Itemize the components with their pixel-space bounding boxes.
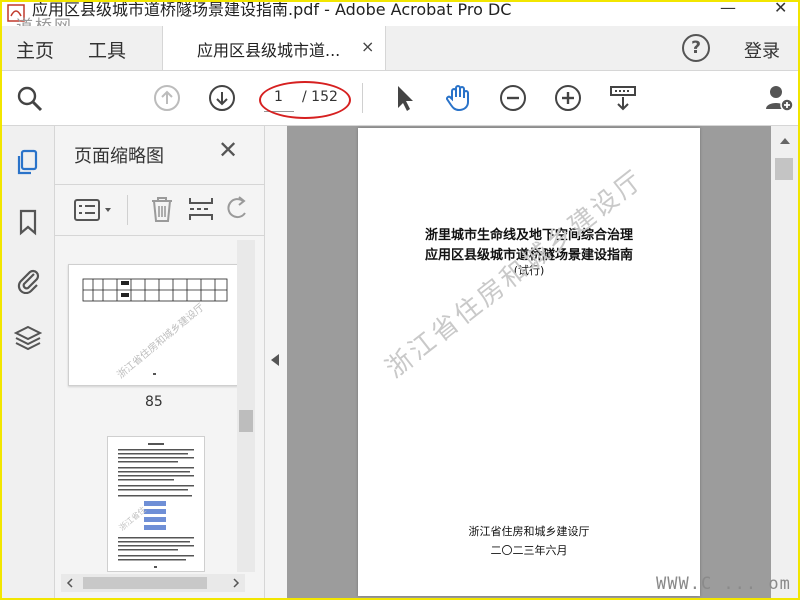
page-thumbnail[interactable]: 浙江省住房和城乡建设厅 bbox=[68, 264, 238, 386]
scroll-left-icon[interactable] bbox=[65, 578, 75, 588]
panel-toolbar bbox=[55, 184, 264, 236]
bookmark-icon[interactable] bbox=[14, 208, 42, 236]
scroll-mode-icon[interactable] bbox=[608, 83, 638, 113]
scrollbar-thumb[interactable] bbox=[775, 158, 793, 180]
document-tab[interactable]: 应用区县级城市道... × bbox=[162, 26, 386, 70]
issue-date: 二〇二三年六月 bbox=[490, 544, 568, 557]
title-bar: 应用区县级城市道桥隧场景建设指南.pdf - Adobe Acrobat Pro… bbox=[2, 0, 798, 37]
rotate-page-icon[interactable] bbox=[227, 195, 249, 223]
pdf-page[interactable]: 浙里城市生命线及地下空间综合治理 应用区县级城市道桥隧场景建设指南 (试行) 浙… bbox=[358, 128, 700, 596]
scroll-right-icon[interactable] bbox=[231, 578, 241, 588]
document-vertical-scrollbar[interactable] bbox=[771, 126, 798, 598]
thumbnails-panel: 页面缩略图 ✕ 浙江省住房和城乡建设厅 85 浙江省住 bbox=[55, 126, 265, 598]
hand-tool-icon[interactable] bbox=[443, 83, 473, 113]
share-user-icon[interactable] bbox=[764, 83, 794, 113]
thumbnail-page-number: 85 bbox=[145, 394, 163, 410]
toolbar: 1 / 152 bbox=[2, 71, 798, 126]
collapse-panel-icon[interactable] bbox=[271, 354, 279, 366]
menu-home[interactable]: 主页 bbox=[16, 36, 54, 63]
svg-text:浙江省住: 浙江省住 bbox=[117, 504, 148, 532]
help-icon[interactable]: ? bbox=[682, 34, 710, 62]
site-url-watermark: WWW.C ... om bbox=[656, 574, 791, 594]
thumbnail-horizontal-scrollbar[interactable] bbox=[61, 574, 245, 592]
scrollbar-thumb[interactable] bbox=[239, 410, 253, 432]
app-window: 应用区县级城市道桥隧场景建设指南.pdf - Adobe Acrobat Pro… bbox=[0, 0, 800, 600]
tab-bar: 主页 工具 应用区县级城市道... × ? 登录 bbox=[2, 26, 798, 71]
search-icon[interactable] bbox=[14, 83, 44, 113]
window-title: 应用区县级城市道桥隧场景建设指南.pdf - Adobe Acrobat Pro… bbox=[32, 0, 512, 19]
layers-icon[interactable] bbox=[14, 324, 42, 352]
close-window-icon[interactable]: ✕ bbox=[774, 2, 787, 17]
panel-close-icon[interactable]: ✕ bbox=[218, 136, 238, 164]
delete-page-icon[interactable] bbox=[149, 195, 175, 223]
highlight-annotation bbox=[259, 81, 351, 119]
left-navigation-rail bbox=[2, 126, 55, 598]
minimize-icon[interactable]: — bbox=[720, 2, 736, 17]
page-thumbnails-icon[interactable] bbox=[14, 148, 42, 176]
tab-close-icon[interactable]: × bbox=[361, 37, 374, 56]
attachment-icon[interactable] bbox=[14, 266, 42, 294]
page-thumbnail[interactable]: 浙江省住 bbox=[107, 436, 205, 572]
scroll-up-icon[interactable] bbox=[780, 138, 790, 144]
svg-text:浙江省住房和城乡建设厅: 浙江省住房和城乡建设厅 bbox=[114, 300, 207, 381]
panel-tool-divider bbox=[127, 195, 128, 225]
issuing-organization: 浙江省住房和城乡建设厅 bbox=[468, 525, 590, 538]
thumbnail-text-preview: 浙江省住 bbox=[117, 443, 194, 568]
zoom-in-icon[interactable] bbox=[553, 83, 583, 113]
toolbar-divider bbox=[362, 83, 363, 113]
zoom-out-icon[interactable] bbox=[498, 83, 528, 113]
insert-page-icon[interactable] bbox=[187, 195, 215, 223]
panel-collapse-strip[interactable] bbox=[265, 126, 287, 598]
previous-page-icon[interactable] bbox=[152, 83, 182, 113]
panel-title: 页面缩略图 bbox=[74, 146, 164, 167]
document-tab-label: 应用区县级城市道... bbox=[197, 41, 341, 60]
document-viewer[interactable]: 浙里城市生命线及地下空间综合治理 应用区县级城市道桥隧场景建设指南 (试行) 浙… bbox=[287, 126, 771, 598]
next-page-icon[interactable] bbox=[207, 83, 237, 113]
thumbnail-table-preview: 浙江省住房和城乡建设厅 bbox=[82, 278, 228, 381]
signin-button[interactable]: 登录 bbox=[744, 37, 780, 63]
scrollbar-thumb[interactable] bbox=[83, 577, 207, 589]
select-cursor-icon[interactable] bbox=[390, 83, 420, 113]
thumbnail-vertical-scrollbar[interactable] bbox=[237, 240, 255, 572]
thumbnail-options-icon[interactable] bbox=[73, 197, 115, 223]
menu-tools[interactable]: 工具 bbox=[88, 36, 126, 63]
